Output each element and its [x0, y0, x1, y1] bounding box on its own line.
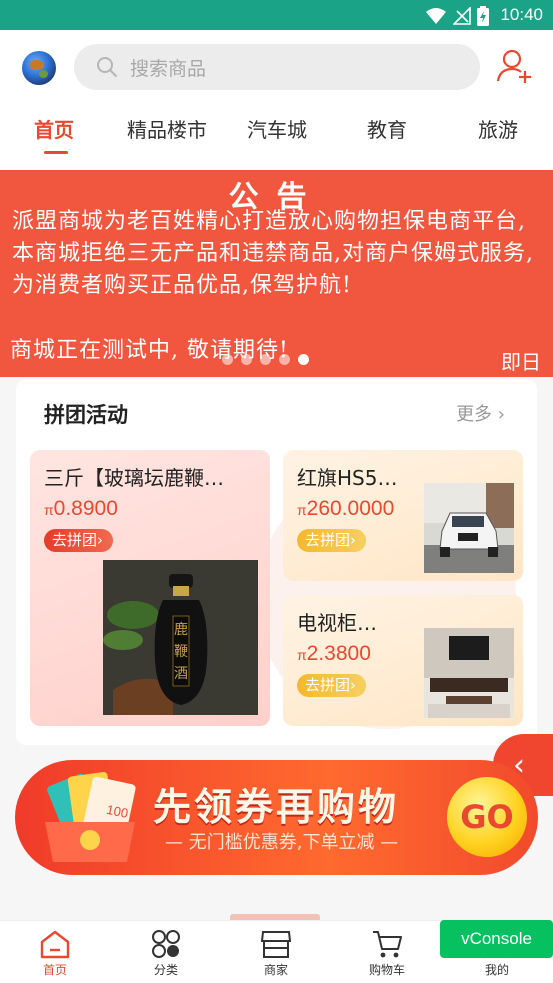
group-buy-section: 拼团活动 更多 › 三斤【玻璃坛鹿鞭… π0.8900 去拼团› 鹿 鞭 酒 红… [16, 379, 537, 745]
status-bar: 10:40 [0, 0, 553, 30]
search-input[interactable]: 搜索商品 [74, 44, 480, 90]
tab-auto[interactable]: 汽车城 [247, 114, 307, 143]
wine-bottle-image: 鹿 鞭 酒 [103, 560, 258, 715]
go-button[interactable]: GO [447, 777, 527, 857]
avatar-globe-land [30, 60, 44, 70]
bottle-label-char: 鞭 [174, 644, 188, 660]
product-image-wine: 鹿 鞭 酒 [103, 560, 258, 715]
tab-active-indicator [44, 151, 68, 154]
chevron-right-icon: › [497, 404, 505, 425]
tab-home[interactable]: 首页 [34, 114, 74, 143]
currency-symbol: π [44, 502, 54, 518]
tab-education[interactable]: 教育 [367, 114, 407, 143]
store-icon [260, 931, 292, 958]
add-user-icon[interactable] [496, 47, 534, 85]
search-icon [97, 57, 117, 77]
join-group-button[interactable]: 去拼团› [44, 529, 114, 552]
carousel-dots [222, 354, 309, 365]
carousel-dot[interactable] [279, 354, 290, 365]
tab-travel[interactable]: 旅游 [478, 114, 518, 143]
join-group-button[interactable]: 去拼团› [297, 529, 367, 552]
battery-icon [477, 6, 489, 26]
coupon-banner[interactable]: 100 先领券再购物 — 无门槛优惠券,下单立减 — GO [15, 760, 538, 875]
nav-store[interactable]: 商家 [241, 929, 311, 978]
product-price: π0.8900 [44, 497, 118, 521]
join-group-label: 去拼团 [305, 676, 351, 694]
join-group-button[interactable]: 去拼团› [297, 674, 367, 697]
product-card[interactable]: 三斤【玻璃坛鹿鞭… π0.8900 去拼团› 鹿 鞭 酒 [30, 450, 270, 726]
product-image-car [424, 483, 514, 573]
carousel-dot[interactable] [241, 354, 252, 365]
category-icon [152, 930, 180, 958]
status-icons [425, 6, 489, 26]
chevron-right-icon: › [97, 531, 104, 549]
header: 搜索商品 首页 精品楼市 汽车城 教育 旅游 [0, 30, 553, 170]
product-name: 三斤【玻璃坛鹿鞭… [44, 466, 224, 490]
suv-image [424, 483, 514, 573]
tab-real-estate[interactable]: 精品楼市 [127, 114, 207, 143]
currency-symbol: π [297, 647, 307, 663]
cart-icon [373, 931, 402, 958]
nav-category[interactable]: 分类 [131, 929, 201, 978]
chevron-right-icon: › [350, 531, 357, 549]
product-image-tv-cabinet [424, 628, 514, 718]
nav-label: 商家 [263, 963, 288, 977]
carousel-dot[interactable] [222, 354, 233, 365]
more-label: 更多 [456, 404, 493, 425]
carousel-dot-active[interactable] [298, 354, 309, 365]
product-price: π260.0000 [297, 497, 394, 521]
nav-label: 首页 [42, 963, 67, 977]
more-link[interactable]: 更多 › [456, 400, 505, 426]
coupon-headline: 先领券再购物 [153, 785, 400, 829]
red-envelope-icon: 100 [45, 772, 136, 862]
price-value: 2.3800 [306, 642, 371, 665]
section-title: 拼团活动 [44, 403, 128, 427]
clock: 10:40 [500, 5, 543, 24]
banner-text: 派盟商城为老百姓精心打造放心购物担保电商平台,本商城拒绝三无产品和违禁商品,对商… [12, 209, 534, 298]
search-placeholder: 搜索商品 [130, 57, 207, 80]
price-value: 0.8900 [53, 497, 118, 520]
banner-signature: 即日 [501, 350, 541, 374]
bottle-label-char: 鹿 [174, 621, 188, 638]
vconsole-button[interactable]: vConsole [440, 920, 553, 958]
price-value: 260.0000 [306, 497, 395, 520]
nav-cart[interactable]: 购物车 [352, 929, 422, 978]
coupon-subline: — 无门槛优惠券,下单立减 — [165, 832, 399, 853]
product-card[interactable]: 红旗HS5… π260.0000 去拼团› [283, 450, 523, 581]
product-price: π2.3800 [297, 642, 371, 666]
product-name: 电视柜… [297, 611, 377, 635]
user-avatar[interactable] [22, 51, 56, 85]
product-name: 红旗HS5… [297, 466, 398, 490]
category-tabs: 首页 精品楼市 汽车城 教育 旅游 [0, 110, 553, 160]
no-signal-icon [453, 7, 471, 25]
product-card[interactable]: 电视柜… π2.3800 去拼团› [283, 595, 523, 726]
nav-label: 分类 [153, 963, 178, 977]
nav-label: 购物车 [368, 963, 405, 977]
wifi-icon [426, 8, 446, 24]
carousel-dot[interactable] [260, 354, 271, 365]
tv-cabinet-image [424, 628, 514, 718]
join-group-label: 去拼团 [305, 531, 351, 549]
home-icon [40, 930, 70, 959]
chevron-right-icon: › [350, 676, 357, 694]
bottle-label-char: 酒 [174, 666, 188, 682]
nav-home[interactable]: 首页 [20, 929, 90, 978]
announcement-banner[interactable]: 公告 派盟商城为老百姓精心打造放心购物担保电商平台,本商城拒绝三无产品和违禁商品… [0, 170, 553, 377]
avatar-globe-land [39, 70, 48, 78]
currency-symbol: π [297, 502, 307, 518]
nav-label: 我的 [484, 963, 509, 977]
join-group-label: 去拼团 [52, 531, 98, 549]
